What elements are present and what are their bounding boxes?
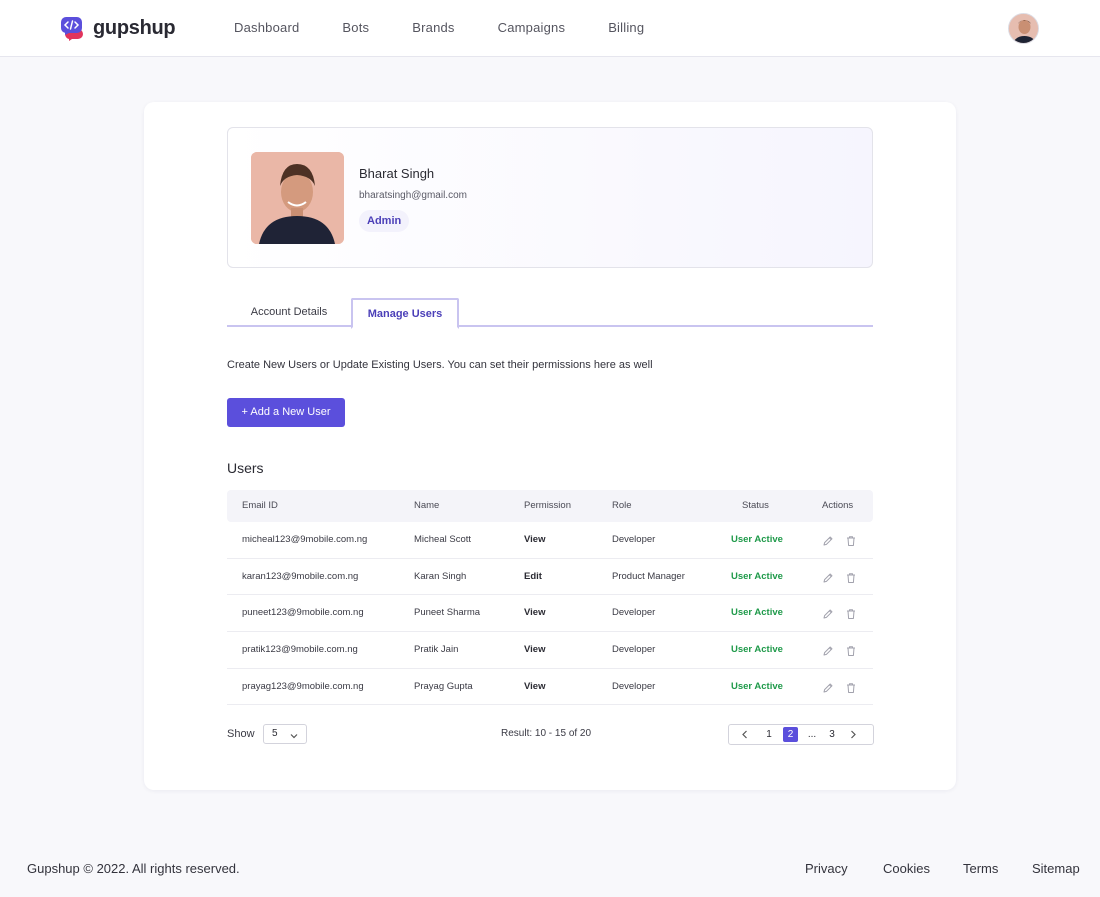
pencil-icon[interactable] (822, 571, 834, 583)
cell-role: Developer (612, 680, 656, 692)
tabs: Account Details Manage Users (227, 298, 873, 329)
profile-photo (251, 152, 344, 244)
table-header: Email ID Name Permission Role Status Act… (227, 490, 873, 522)
profile-email: bharatsingh@gmail.com (359, 190, 467, 201)
chevron-right-icon[interactable] (847, 727, 859, 742)
footer-link-terms[interactable]: Terms (963, 861, 998, 876)
cell-status: User Active (731, 534, 783, 545)
cell-status: User Active (731, 570, 783, 582)
top-navbar: gupshup Dashboard Bots Brands Campaigns … (0, 0, 1100, 57)
show-label: Show (227, 728, 255, 740)
cell-permission: View (524, 534, 546, 545)
profile-panel: Bharat Singh bharatsingh@gmail.com Admin (227, 127, 873, 268)
cell-name: Pratik Jain (414, 644, 459, 656)
footer-link-cookies[interactable]: Cookies (883, 861, 930, 876)
profile-name: Bharat Singh (359, 166, 435, 181)
tab-account-details[interactable]: Account Details (227, 298, 351, 327)
cell-name: Karan Singh (414, 570, 467, 582)
cell-permission: View (524, 607, 546, 619)
table-row: karan123@9mobile.com.ng Karan Singh Edit Pr… (227, 559, 873, 596)
account-card: Bharat Singh bharatsingh@gmail.com Admin… (144, 102, 956, 790)
users-heading: Users (227, 460, 264, 476)
cell-status: User Active (731, 680, 783, 692)
column-header-permission: Permission (524, 500, 571, 511)
cell-name: Prayag Gupta (414, 680, 473, 692)
users-table: Email ID Name Permission Role Status Act… (227, 490, 873, 706)
result-count: Result: 10 - 15 of 20 (501, 728, 592, 739)
cell-email: karan123@9mobile.com.ng (242, 570, 359, 582)
column-header-role: Role (612, 500, 632, 511)
cell-name: Micheal Scott (414, 534, 472, 545)
table-row: micheal123@9mobile.com.ng Micheal Scott Vi… (227, 522, 873, 559)
tab-manage-users[interactable]: Manage Users (351, 298, 459, 329)
footer-link-privacy[interactable]: Privacy (805, 861, 848, 876)
nav-item-billing[interactable]: Billing (608, 20, 644, 35)
column-header-email: Email ID (242, 500, 278, 511)
page-size-value: 5 (272, 728, 278, 739)
pencil-icon[interactable] (822, 607, 834, 619)
chevron-left-icon[interactable] (739, 727, 751, 742)
footer-link-sitemap[interactable]: Sitemap (1032, 861, 1080, 876)
page-button-2-current[interactable]: 2 (783, 727, 798, 742)
pencil-icon[interactable] (822, 644, 834, 656)
add-user-button[interactable]: + Add a New User (227, 398, 345, 427)
cell-email: prayag123@9mobile.com.ng (242, 680, 364, 692)
cell-email: pratik123@9mobile.com.ng (242, 644, 358, 656)
cell-permission: View (524, 680, 546, 692)
column-header-name: Name (414, 500, 440, 511)
trash-icon[interactable] (845, 571, 857, 583)
trash-icon[interactable] (845, 644, 857, 657)
table-body: micheal123@9mobile.com.ng Micheal Scott Vi… (227, 522, 873, 706)
trash-icon[interactable] (845, 607, 857, 620)
nav-item-bots[interactable]: Bots (342, 20, 369, 35)
trash-icon[interactable] (845, 534, 857, 546)
cell-permission: Edit (524, 570, 542, 582)
column-header-status: Status (742, 500, 769, 511)
pencil-icon[interactable] (822, 534, 834, 546)
nav-item-campaigns[interactable]: Campaigns (498, 20, 566, 35)
cell-name: Puneet Sharma (414, 607, 481, 619)
pagination: 1 2 ... 3 (728, 724, 874, 745)
nav-item-brands[interactable]: Brands (412, 20, 454, 35)
footer-copyright: Gupshup © 2022. All rights reserved. (27, 861, 240, 876)
cell-role: Developer (612, 534, 656, 545)
role-badge: Admin (359, 210, 410, 232)
cell-role: Developer (612, 644, 656, 656)
column-header-actions: Actions (822, 500, 854, 511)
page-button-1[interactable]: 1 (762, 727, 776, 742)
pencil-icon[interactable] (822, 681, 834, 693)
table-row: puneet123@9mobile.com.ng Puneet Sharma Vie… (227, 595, 873, 633)
chevron-down-icon (290, 729, 298, 739)
logo-text: gupshup (93, 16, 176, 39)
main-nav: Dashboard Bots Brands Campaigns Billing (234, 20, 687, 35)
nav-item-dashboard[interactable]: Dashboard (234, 20, 299, 35)
cell-role: Product Manager (612, 570, 685, 582)
page-size-select[interactable]: 5 (263, 724, 307, 744)
cell-email: puneet123@9mobile.com.ng (242, 607, 364, 619)
cell-status: User Active (731, 644, 783, 656)
cell-role: Developer (612, 607, 656, 619)
trash-icon[interactable] (845, 681, 857, 693)
page-button-3[interactable]: 3 (825, 727, 839, 742)
page-ellipsis: ... (807, 729, 817, 740)
intro-text: Create New Users or Update Existing User… (227, 359, 653, 371)
logo[interactable]: gupshup (60, 15, 176, 41)
cell-email: micheal123@9mobile.com.ng (242, 534, 368, 545)
table-row: pratik123@9mobile.com.ng Pratik Jain View D… (227, 632, 873, 669)
user-avatar[interactable] (1008, 13, 1039, 44)
cell-permission: View (524, 644, 546, 656)
logo-mark-icon (60, 15, 88, 41)
cell-status: User Active (731, 607, 783, 619)
table-row: prayag123@9mobile.com.ng Prayag Gupta View… (227, 669, 873, 706)
